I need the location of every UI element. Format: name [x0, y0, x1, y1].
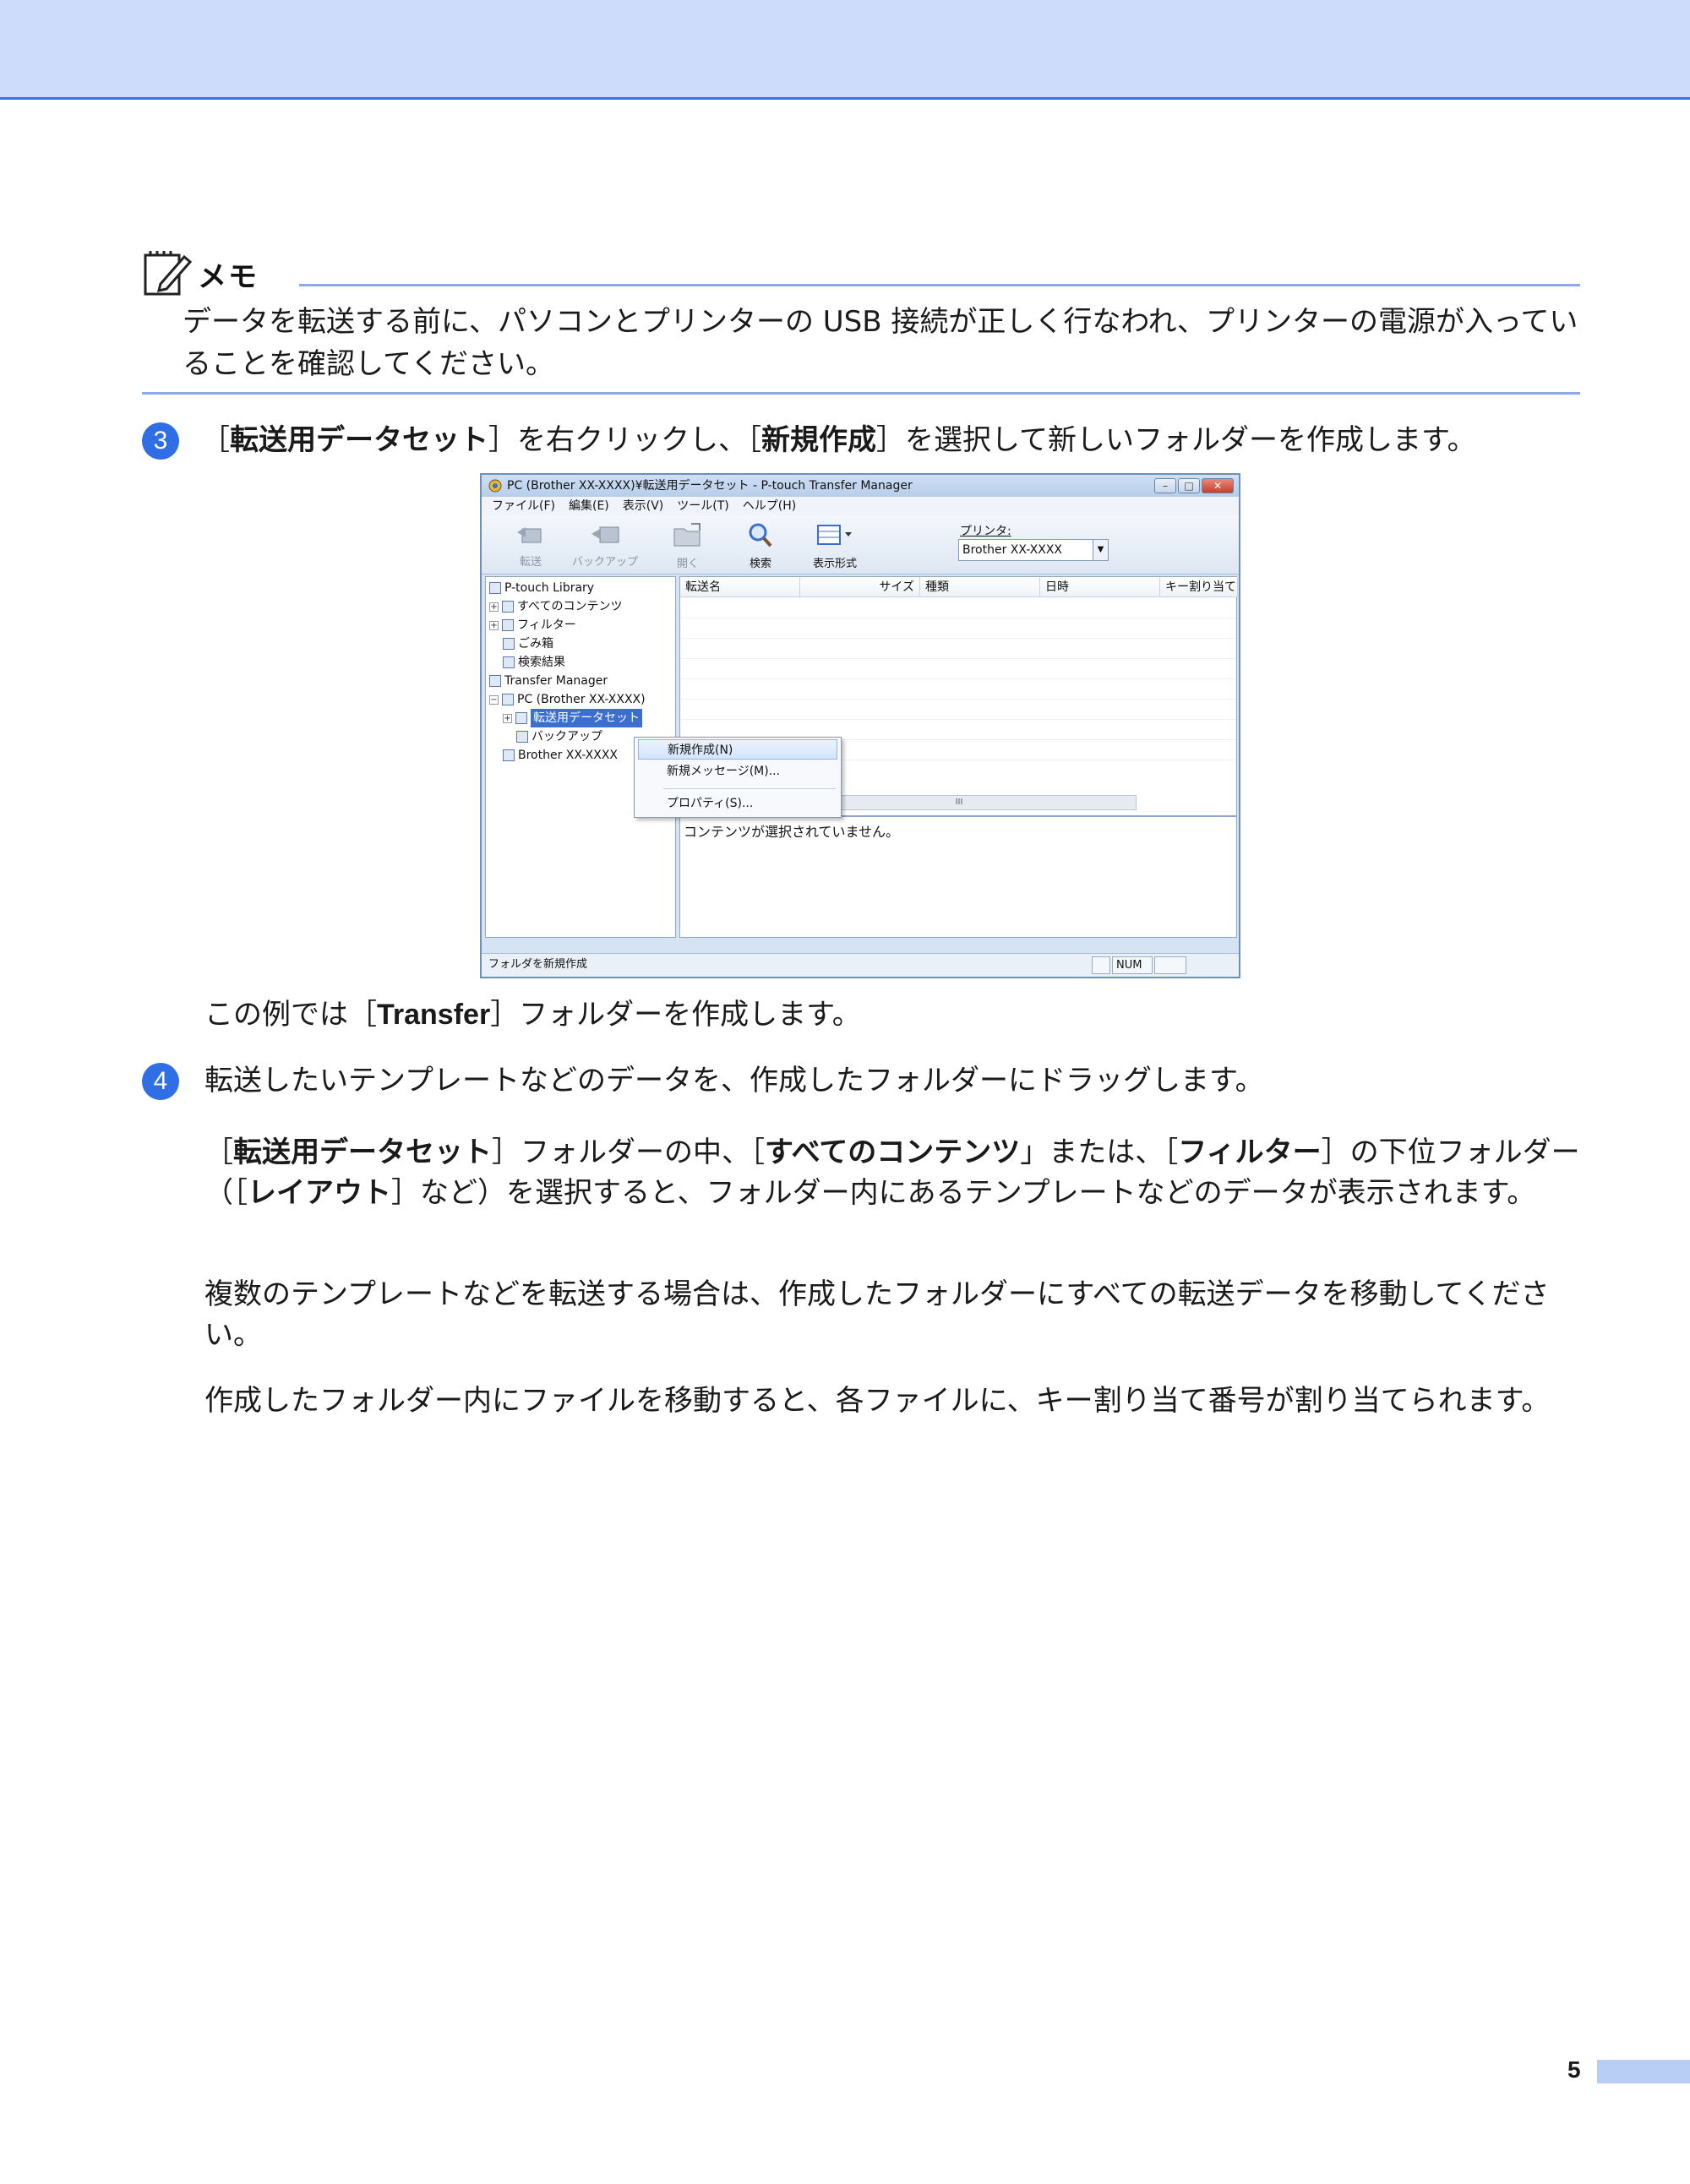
- transfer-tool-button[interactable]: 転送: [497, 520, 564, 569]
- menu-item-new-message[interactable]: 新規メッセージ(M)...: [638, 761, 837, 782]
- menu-item-properties[interactable]: プロパティ(S)...: [638, 793, 837, 814]
- chevron-down-icon: ▼: [1093, 540, 1108, 560]
- close-button[interactable]: ✕: [1202, 478, 1234, 493]
- menu-tools[interactable]: ツール(T): [677, 497, 728, 515]
- printer-icon: [503, 749, 515, 761]
- tree-item-search-results[interactable]: 検索結果: [503, 653, 565, 672]
- example-text: この例では［Transfer］フォルダーを作成します。: [204, 998, 861, 1032]
- expand-icon[interactable]: +: [489, 620, 499, 630]
- context-menu: 新規作成(N) 新規メッセージ(M)... プロパティ(S)...: [634, 737, 842, 818]
- folder-icon: [502, 601, 514, 613]
- library-icon: [489, 582, 501, 594]
- paragraph-key-assignment: 作成したフォルダー内にファイルを移動すると、各ファイルに、キー割り当て番号が割り…: [204, 1384, 1551, 1418]
- window-title: PC (Brother XX-XXXX)¥転送用データセット - P-touch…: [507, 479, 913, 493]
- memo-title: メモ: [198, 260, 259, 294]
- backup-icon: [592, 526, 619, 543]
- status-bar: フォルダを新規作成 NUM: [482, 953, 1239, 977]
- column-header-date[interactable]: 日時: [1040, 577, 1160, 597]
- status-text: フォルダを新規作成: [488, 958, 588, 971]
- row-divider: [680, 719, 1236, 720]
- search-icon: [503, 656, 515, 668]
- status-cell: [1154, 956, 1186, 974]
- printer-folder-icon: [515, 712, 527, 724]
- tree-item-filter[interactable]: + フィルター: [489, 616, 576, 635]
- tree-item-backup[interactable]: バックアップ: [516, 727, 602, 746]
- search-tool-button[interactable]: 検索: [727, 520, 794, 570]
- transfer-manager-icon: [489, 675, 501, 687]
- backup-folder-icon: [516, 731, 528, 743]
- menu-view[interactable]: 表示(V): [623, 497, 664, 515]
- menu-file[interactable]: ファイル(F): [492, 497, 555, 515]
- view-mode-icon: [817, 525, 852, 545]
- toolbar: 転送 バックアップ 開く 検索 表示形式 プリンタ: Brother XX-XX…: [482, 515, 1239, 575]
- trash-icon: [503, 638, 515, 650]
- paragraph-folder-selection: ［転送用データセット］フォルダーの中、［すべてのコンテンツ」または、［フィルター…: [204, 1136, 1580, 1210]
- row-divider: [680, 699, 1236, 700]
- expand-icon[interactable]: +: [489, 602, 499, 612]
- memo-pencil-icon: [144, 251, 193, 296]
- step-4-text: 転送したいテンプレートなどのデータを、作成したフォルダーにドラッグします。: [204, 1064, 1264, 1097]
- row-divider: [680, 678, 1236, 679]
- page-number: 5: [1567, 2056, 1581, 2083]
- tree-item-transfer-dataset[interactable]: + 転送用データセット: [503, 709, 642, 727]
- menu-edit[interactable]: 編集(E): [569, 497, 609, 515]
- open-tool-button[interactable]: 開く: [654, 520, 722, 570]
- window-title-bar: PC (Brother XX-XXXX)¥転送用データセット - P-touch…: [482, 475, 1239, 497]
- transfer-icon: [517, 527, 542, 543]
- memo-top-rule: [299, 284, 1580, 286]
- tree-item-library[interactable]: P-touch Library: [489, 579, 594, 597]
- menu-item-new[interactable]: 新規作成(N): [638, 739, 837, 760]
- filter-icon: [502, 619, 514, 631]
- page-number-bar: [1597, 2060, 1690, 2083]
- preview-pane: コンテンツが選択されていません。: [679, 816, 1237, 938]
- transfer-manager-window: PC (Brother XX-XXXX)¥転送用データセット - P-touch…: [480, 473, 1240, 978]
- tree-item-transfer-manager[interactable]: Transfer Manager: [489, 672, 608, 690]
- memo-text: データを転送する前に、パソコンとプリンターの USB 接続が正しく行なわれ、プリ…: [183, 305, 1578, 381]
- memo-bottom-rule: [142, 392, 1580, 395]
- step-4-badge: 4: [142, 1063, 179, 1100]
- status-cell: [1092, 956, 1110, 974]
- tree-item-trash[interactable]: ごみ箱: [503, 635, 553, 653]
- backup-tool-button[interactable]: バックアップ: [571, 520, 639, 569]
- tree-item-printer[interactable]: Brother XX-XXXX: [503, 746, 618, 765]
- row-divider: [680, 658, 1236, 659]
- header-band: [0, 0, 1690, 100]
- row-divider: [680, 638, 1236, 639]
- printer-label: プリンタ:: [960, 525, 1011, 538]
- window-controls: – □ ✕: [1154, 478, 1234, 493]
- view-mode-tool-button[interactable]: 表示形式: [801, 520, 869, 570]
- open-folder-icon: [673, 523, 701, 547]
- tree-item-pc[interactable]: − PC (Brother XX-XXXX): [489, 690, 646, 709]
- column-header-name[interactable]: 転送名: [680, 577, 800, 597]
- printer-select[interactable]: Brother XX-XXXX ▼: [958, 539, 1109, 561]
- maximize-button[interactable]: □: [1178, 478, 1200, 493]
- tree-item-all-contents[interactable]: + すべてのコンテンツ: [489, 597, 622, 616]
- step-3-badge: 3: [142, 422, 179, 460]
- computer-icon: [502, 694, 514, 705]
- column-header-type[interactable]: 種類: [920, 577, 1040, 597]
- app-icon: [488, 479, 502, 493]
- column-header-key[interactable]: キー割り当て: [1160, 577, 1238, 597]
- status-num: NUM: [1112, 956, 1153, 974]
- menu-bar: ファイル(F) 編集(E) 表示(V) ツール(T) ヘルプ(H): [482, 497, 1239, 515]
- menu-separator: [663, 788, 836, 789]
- memo-header: メモ: [142, 247, 1580, 297]
- search-icon: [749, 523, 772, 547]
- minimize-button[interactable]: –: [1154, 478, 1176, 493]
- menu-help[interactable]: ヘルプ(H): [743, 497, 796, 515]
- expand-icon[interactable]: +: [503, 713, 512, 723]
- step-3-text: ［転送用データセット］を右クリックし、［新規作成］を選択して新しいフォルダーを作…: [201, 423, 1476, 457]
- paragraph-multiple-templates: 複数のテンプレートなどを転送する場合は、作成したフォルダーにすべての転送データを…: [204, 1277, 1550, 1352]
- preview-message: コンテンツが選択されていません。: [684, 824, 900, 840]
- column-header-size[interactable]: サイズ: [800, 577, 920, 597]
- collapse-icon[interactable]: −: [489, 694, 499, 705]
